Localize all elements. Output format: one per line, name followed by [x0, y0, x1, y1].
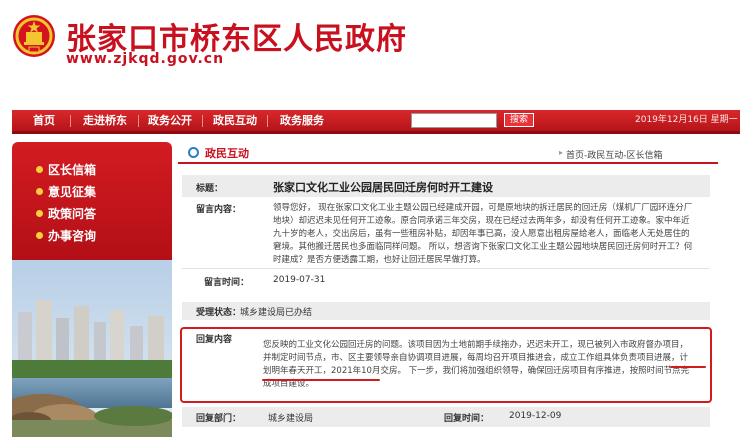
- search-button[interactable]: 搜索: [504, 113, 534, 127]
- city-park-photo: [12, 260, 172, 437]
- status-row: 受理状态： 城乡建设局已办结: [182, 302, 710, 320]
- section-header: 政民互动 ▸ 首页-政民互动-区长信箱: [178, 142, 718, 164]
- reply-dept: 城乡建设局: [268, 414, 314, 424]
- bullet-dot-icon: [36, 188, 43, 195]
- section-title: 政民互动: [205, 147, 249, 160]
- nav-separator: [70, 115, 71, 127]
- circle-bullet-icon: [188, 147, 199, 158]
- bullet-dot-icon: [36, 232, 43, 239]
- bullet-dot-icon: [36, 210, 43, 217]
- title-label: 标题：: [196, 184, 224, 194]
- sidebar-item-service-consult[interactable]: 办事咨询: [36, 226, 97, 246]
- sidebar-item-label: 区长信箱: [48, 163, 97, 177]
- nav-separator: [267, 115, 268, 127]
- reply-dept-label: 回复部门：: [196, 414, 242, 424]
- message-time-row: 留言时间： 2019-07-31: [182, 272, 710, 290]
- message-row: 留言内容： 领导您好， 现在张家口文化工业主题公园已经建成开园，可是原地块的拆迁…: [182, 198, 710, 268]
- message-time-label: 留言时间：: [204, 278, 250, 288]
- reply-underline-mark: [262, 379, 380, 381]
- nav-home[interactable]: 首页: [33, 110, 55, 131]
- nav-separator: [202, 115, 203, 127]
- site-url[interactable]: www.zjkqd.gov.cn: [66, 51, 224, 67]
- page: 张家口市桥东区人民政府 www.zjkqd.gov.cn 首页 走进桥东 政务公…: [0, 0, 740, 437]
- sidebar-item-label: 政策问答: [48, 207, 97, 221]
- reply-underline-mark: [670, 366, 706, 368]
- reply-time-label: 回复时间：: [444, 414, 490, 424]
- sidebar-item-label: 意见征集: [48, 185, 97, 199]
- message-label: 留言内容：: [196, 205, 242, 215]
- divider: [182, 268, 710, 269]
- message-time: 2019-07-31: [273, 275, 326, 285]
- sidebar-item-label: 办事咨询: [48, 229, 97, 243]
- sidebar-item-mayor-mailbox[interactable]: 区长信箱: [36, 160, 97, 180]
- reply-time: 2019-12-09: [509, 411, 562, 421]
- nav-separator: [138, 115, 139, 127]
- bullet-dot-icon: [36, 166, 43, 173]
- status-label: 受理状态：: [196, 308, 242, 318]
- nav-interaction[interactable]: 政民互动: [213, 110, 257, 131]
- message-text: 领导您好， 现在张家口文化工业主题公园已经建成开园，可是原地块的拆迁居民的回迁房…: [273, 203, 693, 265]
- nav-services[interactable]: 政务服务: [280, 110, 324, 131]
- main-content: 政民互动 ▸ 首页-政民互动-区长信箱 标题： 张家口文化工业公园居民回迁房何时…: [178, 142, 718, 437]
- sidebar-item-opinion-survey[interactable]: 意见征集: [36, 182, 97, 202]
- reply-highlight-box: [180, 327, 712, 403]
- national-emblem-logo: [13, 15, 55, 57]
- main-nav: 首页 走进桥东 政务公开 政民互动 政务服务 搜索 2019年12月16日 星期…: [12, 110, 740, 134]
- nav-about[interactable]: 走进桥东: [83, 110, 127, 131]
- sidebar-item-policy-qa[interactable]: 政策问答: [36, 204, 97, 224]
- status-value: 城乡建设局已办结: [240, 308, 313, 318]
- nav-gov-affairs[interactable]: 政务公开: [148, 110, 192, 131]
- search-input[interactable]: [411, 113, 497, 128]
- breadcrumb-arrow-icon: ▸: [559, 148, 564, 157]
- current-date: 2019年12月16日 星期一: [635, 115, 738, 125]
- title-row: 标题： 张家口文化工业公园居民回迁房何时开工建设: [182, 175, 710, 197]
- breadcrumb[interactable]: 首页-政民互动-区长信箱: [566, 148, 663, 161]
- reply-dept-row: 回复部门： 城乡建设局 回复时间： 2019-12-09: [182, 407, 710, 427]
- message-title: 张家口文化工业公园居民回迁房何时开工建设: [273, 181, 493, 194]
- sidebar-menu: 区长信箱 意见征集 政策问答 办事咨询: [12, 142, 172, 260]
- sidebar: 区长信箱 意见征集 政策问答 办事咨询: [12, 142, 172, 437]
